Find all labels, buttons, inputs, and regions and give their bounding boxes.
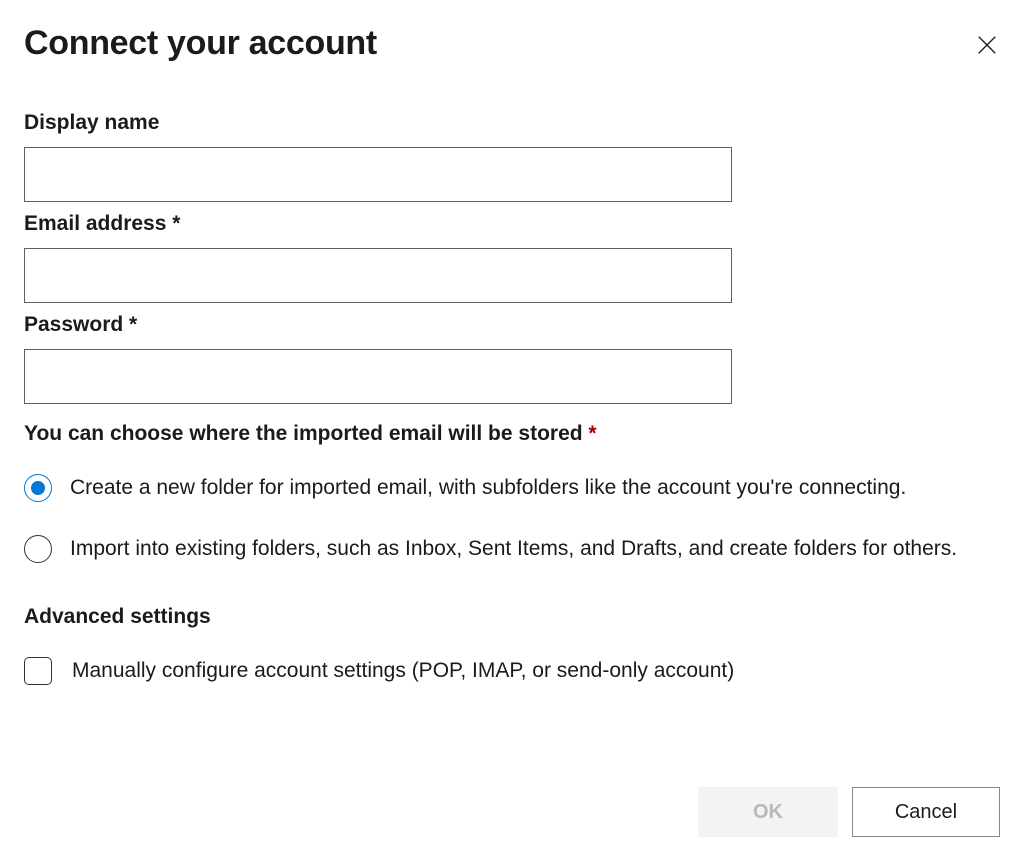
- manual-config-checkbox[interactable]: [24, 657, 52, 685]
- required-asterisk: *: [588, 422, 596, 445]
- radio-control-existing-folders[interactable]: [24, 535, 52, 563]
- radio-label-new-folder: Create a new folder for imported email, …: [70, 472, 906, 505]
- radio-control-new-folder[interactable]: [24, 474, 52, 502]
- storage-heading: You can choose where the imported email …: [24, 422, 1000, 446]
- display-name-label: Display name: [24, 111, 1000, 135]
- storage-heading-text: You can choose where the imported email …: [24, 422, 588, 445]
- close-button[interactable]: [972, 30, 1002, 63]
- advanced-heading: Advanced settings: [24, 605, 1000, 629]
- manual-config-label: Manually configure account settings (POP…: [72, 659, 734, 683]
- radio-option-new-folder[interactable]: Create a new folder for imported email, …: [24, 472, 1000, 505]
- storage-radio-group: Create a new folder for imported email, …: [24, 472, 1000, 565]
- dialog-button-row: OK Cancel: [698, 787, 1000, 837]
- cancel-button[interactable]: Cancel: [852, 787, 1000, 837]
- password-input[interactable]: [24, 349, 732, 404]
- password-label: Password *: [24, 313, 1000, 337]
- ok-button[interactable]: OK: [698, 787, 838, 837]
- dialog-title: Connect your account: [24, 24, 377, 63]
- display-name-input[interactable]: [24, 147, 732, 202]
- email-label: Email address *: [24, 212, 1000, 236]
- manual-config-option[interactable]: Manually configure account settings (POP…: [24, 657, 1000, 685]
- radio-label-existing-folders: Import into existing folders, such as In…: [70, 533, 957, 566]
- radio-option-existing-folders[interactable]: Import into existing folders, such as In…: [24, 533, 1000, 566]
- email-input[interactable]: [24, 248, 732, 303]
- close-icon: [976, 34, 998, 56]
